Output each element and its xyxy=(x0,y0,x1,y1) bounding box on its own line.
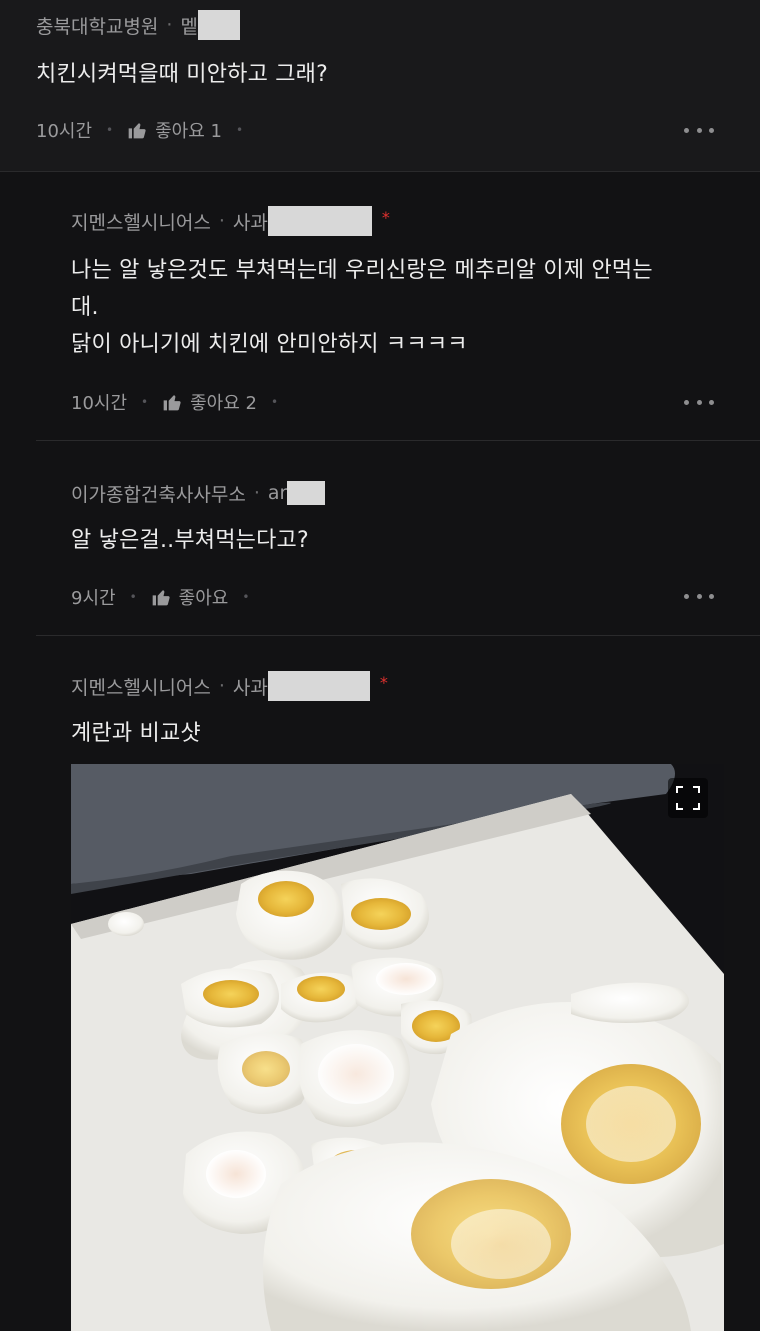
comment-line: 나는 알 낳은것도 부쳐먹는데 우리신랑은 메추리알 이제 안먹는 xyxy=(71,258,653,283)
expand-button[interactable] xyxy=(668,778,708,818)
like-button[interactable]: 좋아요 1 xyxy=(127,117,222,143)
comment-line: 대. xyxy=(71,295,99,320)
comment-text: 알 낳은걸..부쳐먹는다고? xyxy=(71,522,309,559)
comment-time: 10시간 xyxy=(36,121,93,142)
more-horizontal-icon[interactable] xyxy=(684,592,714,600)
separator-dot: · xyxy=(166,14,173,36)
thumbs-up-icon xyxy=(128,123,146,139)
comment-line: 계란과 비교샷 xyxy=(71,721,201,746)
attached-photo[interactable] xyxy=(71,764,724,1331)
author-company: 충북대학교병원 xyxy=(36,15,159,38)
like-label: 좋아요 1 xyxy=(155,121,222,142)
author-marker: * xyxy=(379,672,388,692)
author-nickname: ar xyxy=(267,482,288,504)
divider xyxy=(36,440,760,441)
redacted-name xyxy=(197,10,240,40)
comment-author[interactable]: 충북대학교병원 · 멭 xyxy=(36,10,240,40)
comment-author[interactable]: 지멘스헬시니어스 · 사과 * xyxy=(71,671,388,701)
separator-dot: • xyxy=(106,123,114,137)
redacted-name xyxy=(287,481,326,505)
like-label: 좋아요 2 xyxy=(190,393,257,414)
like-button[interactable]: 좋아요 2 xyxy=(162,389,257,415)
like-label: 좋아요 xyxy=(178,588,229,609)
comment-actions: 10시간 • 좋아요 2 • xyxy=(71,389,292,415)
more-horizontal-icon[interactable] xyxy=(684,126,714,134)
fullscreen-icon xyxy=(676,786,700,810)
comment-time: 9시간 xyxy=(71,588,116,609)
comment-text: 계란과 비교샷 xyxy=(71,715,201,752)
reply-comment: 이가종합건축사사무소 · ar 알 낳은걸..부쳐먹는다고? 9시간 • 좋아요… xyxy=(0,442,760,637)
comment-line: 알 낳은걸..부쳐먹는다고? xyxy=(71,528,309,553)
author-nickname: 사과 xyxy=(232,676,268,699)
reply-comment: 지멘스헬시니어스 · 사과 * 나는 알 낳은것도 부쳐먹는데 우리신랑은 메추… xyxy=(0,172,760,442)
author-nickname: 사과 xyxy=(232,211,268,234)
separator-dot: • xyxy=(270,395,279,409)
comment-time: 10시간 xyxy=(71,393,128,414)
top-comment: 충북대학교병원 · 멭 치킨시켜먹을때 미안하고 그래? 10시간 • 좋아요 … xyxy=(0,0,760,172)
separator-dot: • xyxy=(235,123,244,137)
separator-dot: · xyxy=(253,482,260,504)
separator-dot: · xyxy=(218,210,225,232)
comment-text: 나는 알 낳은것도 부쳐먹는데 우리신랑은 메추리알 이제 안먹는 대. 닭이 … xyxy=(71,252,731,363)
comment-actions: 9시간 • 좋아요 • xyxy=(71,584,263,610)
redacted-name xyxy=(267,671,370,701)
thumbs-up-icon xyxy=(163,395,181,411)
author-company: 이가종합건축사사무소 xyxy=(71,483,246,506)
separator-dot: • xyxy=(242,590,250,604)
thumbs-up-icon xyxy=(152,590,170,606)
comment-actions: 10시간 • 좋아요 1 • xyxy=(36,117,257,143)
author-company: 지멘스헬시니어스 xyxy=(71,211,211,234)
comment-text: 치킨시켜먹을때 미안하고 그래? xyxy=(36,56,328,93)
redacted-name xyxy=(267,206,372,236)
comment-author[interactable]: 지멘스헬시니어스 · 사과 * xyxy=(71,206,390,236)
divider xyxy=(36,635,760,636)
more-horizontal-icon[interactable] xyxy=(684,398,714,406)
author-company: 지멘스헬시니어스 xyxy=(71,676,211,699)
egg-photo xyxy=(71,764,724,1331)
comment-line: 치킨시켜먹을때 미안하고 그래? xyxy=(36,62,328,87)
separator-dot: • xyxy=(129,590,137,604)
comment-author[interactable]: 이가종합건축사사무소 · ar xyxy=(71,478,326,508)
author-nickname: 멭 xyxy=(180,15,198,38)
separator-dot: • xyxy=(141,395,149,409)
like-button[interactable]: 좋아요 xyxy=(151,584,229,610)
separator-dot: · xyxy=(218,675,225,697)
author-marker: * xyxy=(381,207,390,227)
comment-line: 닭이 아니기에 치킨에 안미안하지 ㅋㅋㅋㅋ xyxy=(71,332,468,357)
